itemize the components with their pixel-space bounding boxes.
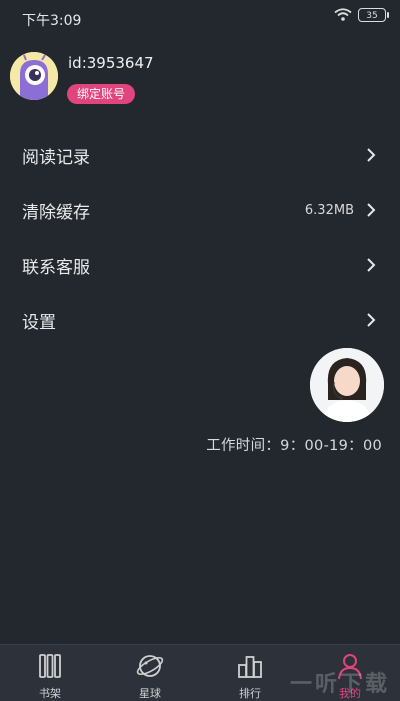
chevron-right-icon — [367, 313, 376, 327]
chevron-right-icon — [367, 258, 376, 272]
bottom-tab-bar: 书架 星球 排行 我的 — [0, 644, 400, 701]
settings-menu: 阅读记录 清除缓存 6.32MB 联系客服 设置 — [0, 128, 400, 348]
tab-mine[interactable]: 我的 — [300, 645, 400, 701]
bind-account-button[interactable]: 绑定账号 — [67, 84, 136, 104]
bookshelf-icon — [39, 654, 61, 678]
chevron-right-icon — [367, 203, 376, 217]
tab-ranking[interactable]: 排行 — [200, 645, 300, 701]
status-time: 下午3:09 — [22, 13, 82, 29]
agent-portrait-icon — [310, 348, 384, 422]
tab-label: 我的 — [339, 687, 361, 700]
status-bar: 下午3:09 35 — [0, 0, 400, 36]
avatar[interactable] — [10, 52, 58, 100]
menu-item-label: 清除缓存 — [22, 203, 90, 223]
menu-item-contact-service[interactable]: 联系客服 — [0, 238, 400, 293]
chevron-right-icon — [367, 148, 376, 162]
tab-label: 排行 — [239, 687, 261, 700]
cache-size: 6.32MB — [304, 203, 354, 218]
planet-icon — [136, 655, 164, 677]
user-id: id:3953647 — [68, 54, 154, 72]
menu-item-label: 联系客服 — [22, 258, 90, 278]
menu-item-settings[interactable]: 设置 — [0, 293, 400, 348]
service-hours: 工作时间：9：00-19：00 — [206, 438, 382, 454]
battery-icon: 35 — [358, 8, 389, 22]
menu-item-label: 阅读记录 — [22, 148, 90, 168]
menu-item-label: 设置 — [22, 313, 56, 333]
status-indicators: 35 — [334, 8, 389, 22]
tab-bookshelf[interactable]: 书架 — [0, 645, 100, 701]
agent-photo — [310, 348, 384, 422]
tab-label: 书架 — [39, 687, 61, 700]
customer-service-avatar[interactable] — [310, 348, 384, 422]
wifi-icon — [334, 8, 352, 21]
monster-avatar-icon — [10, 52, 58, 100]
user-icon — [338, 654, 362, 680]
menu-item-clear-cache[interactable]: 清除缓存 6.32MB — [0, 183, 400, 238]
menu-item-reading-history[interactable]: 阅读记录 — [0, 128, 400, 183]
tab-planet[interactable]: 星球 — [100, 645, 200, 701]
tab-label: 星球 — [139, 687, 161, 700]
ranking-icon — [238, 656, 262, 678]
